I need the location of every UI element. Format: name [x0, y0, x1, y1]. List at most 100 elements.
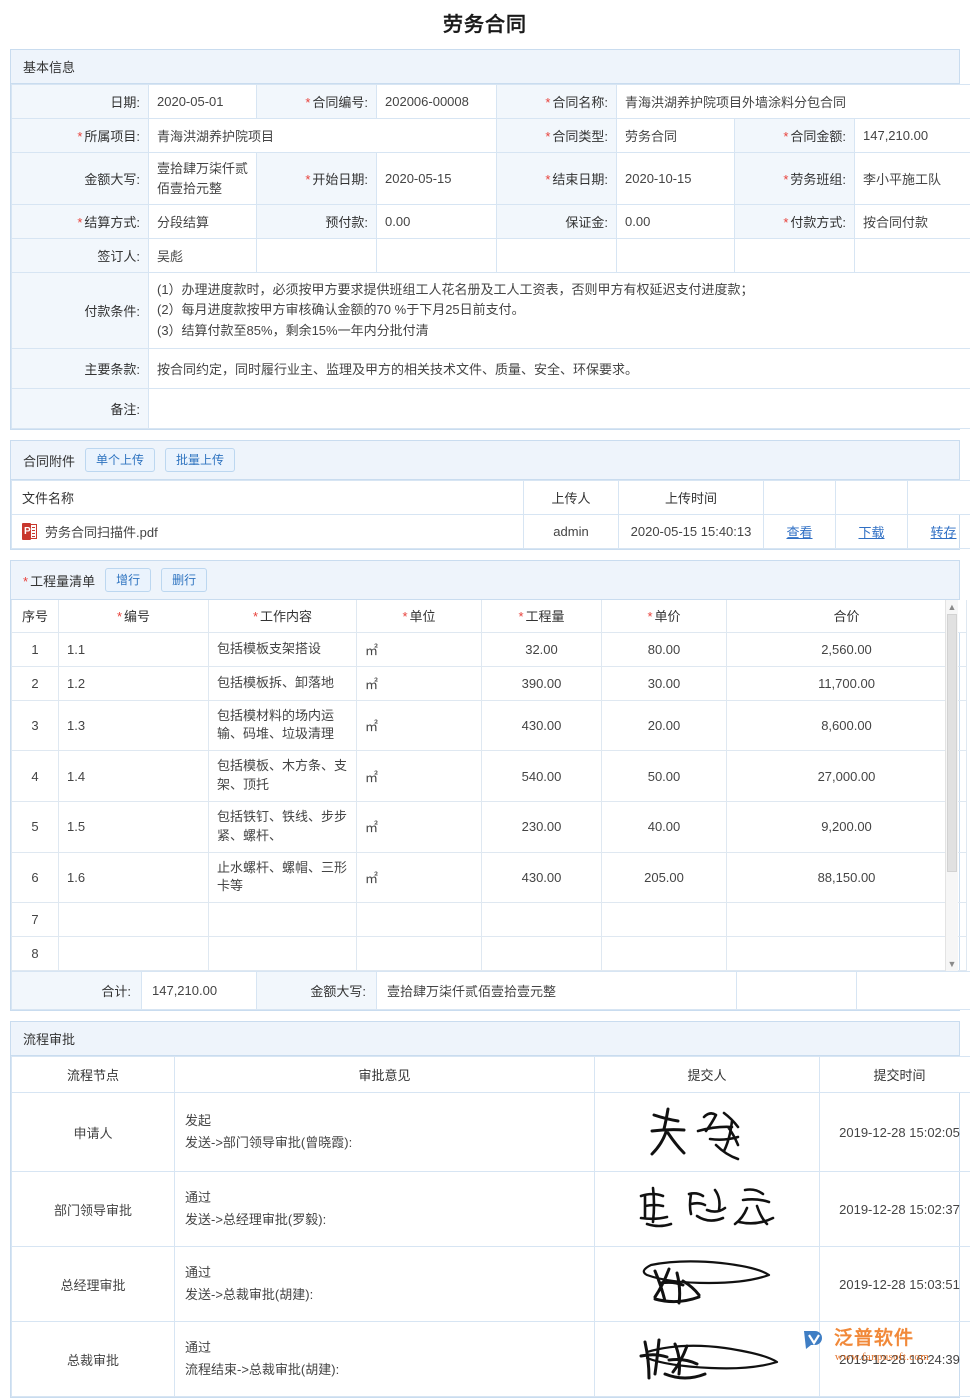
bill-work[interactable]	[209, 937, 357, 971]
add-row-button[interactable]: 增行	[105, 568, 151, 592]
settle-label-text: 结算方式:	[84, 215, 140, 230]
bill-unit[interactable]: ㎡	[357, 801, 482, 852]
required-star-icon: *	[647, 609, 652, 624]
table-row[interactable]: 1 1.1 包括模板支架搭设 ㎡ 32.00 80.00 2,560.00	[12, 632, 970, 666]
bill-unit[interactable]: ㎡	[357, 700, 482, 751]
bill-code[interactable]: 1.3	[59, 700, 209, 751]
bill-qty[interactable]	[482, 903, 602, 937]
date-value[interactable]: 2020-05-01	[149, 85, 257, 119]
bill-code[interactable]	[59, 937, 209, 971]
bill-unit[interactable]: ㎡	[357, 751, 482, 802]
bill-work[interactable]: 包括模板支架搭设	[209, 632, 357, 666]
bill-price[interactable]: 40.00	[602, 801, 727, 852]
bill-unit[interactable]	[357, 903, 482, 937]
view-link[interactable]: 查看	[786, 525, 812, 540]
batch-upload-button[interactable]: 批量上传	[165, 448, 235, 472]
bill-qty[interactable]: 430.00	[482, 852, 602, 903]
bill-work[interactable]: 止水螺杆、螺帽、三形卡等	[209, 852, 357, 903]
column-action-3	[908, 481, 970, 515]
table-row[interactable]: 4 1.4 包括模板、木方条、支架、顶托 ㎡ 540.00 50.00 27,0…	[12, 751, 970, 802]
scrollbar-gutter-cell	[967, 937, 970, 971]
save-as-link[interactable]: 转存	[930, 525, 956, 540]
bill-amount: 27,000.00	[727, 751, 967, 802]
required-star-icon: *	[783, 129, 788, 144]
bill-qty[interactable]: 540.00	[482, 751, 602, 802]
bill-price[interactable]: 80.00	[602, 632, 727, 666]
start-date-value[interactable]: 2020-05-15	[377, 153, 497, 205]
approval-signature-cell	[595, 1093, 820, 1172]
contract-name-value[interactable]: 青海洪湖养护院项目外墙涂料分包合同	[617, 85, 970, 119]
bill-unit[interactable]	[357, 937, 482, 971]
table-row[interactable]: 6 1.6 止水螺杆、螺帽、三形卡等 ㎡ 430.00 205.00 88,15…	[12, 852, 970, 903]
signer-label: 签订人:	[12, 239, 149, 273]
scrollbar-thumb[interactable]	[947, 614, 957, 872]
bill-code[interactable]: 1.2	[59, 666, 209, 700]
bill-code[interactable]	[59, 903, 209, 937]
bill-price[interactable]	[602, 903, 727, 937]
bill-seq: 5	[12, 801, 59, 852]
bill-code[interactable]: 1.4	[59, 751, 209, 802]
download-link[interactable]: 下载	[858, 525, 884, 540]
signer-value[interactable]: 吴彪	[149, 239, 257, 273]
required-star-icon: *	[253, 609, 258, 624]
settle-value[interactable]: 分段结算	[149, 205, 257, 239]
bill-seq: 3	[12, 700, 59, 751]
bill-unit[interactable]: ㎡	[357, 666, 482, 700]
pay-method-value[interactable]: 按合同付款	[855, 205, 970, 239]
amount-words-value[interactable]: 壹拾肆万柒仟贰佰壹拾元整	[149, 153, 257, 205]
contract-type-value[interactable]: 劳务合同	[617, 119, 735, 153]
bill-unit[interactable]: ㎡	[357, 852, 482, 903]
delete-row-button[interactable]: 删行	[161, 568, 207, 592]
bill-price[interactable]: 50.00	[602, 751, 727, 802]
scroll-down-arrow-icon[interactable]: ▼	[946, 957, 958, 971]
bill-price[interactable]: 20.00	[602, 700, 727, 751]
bill-code[interactable]: 1.5	[59, 801, 209, 852]
contract-amount-value[interactable]: 147,210.00	[855, 119, 970, 153]
column-action-1	[764, 481, 836, 515]
attachment-view-cell: 查看	[764, 515, 836, 549]
bill-work[interactable]: 包括模材料的场内运输、码堆、垃圾清理	[209, 700, 357, 751]
contract-no-value[interactable]: 202006-00008	[377, 85, 497, 119]
bill-qty[interactable]	[482, 937, 602, 971]
end-date-value[interactable]: 2020-10-15	[617, 153, 735, 205]
main-terms-value[interactable]: 按合同约定，同时履行业主、监理及甲方的相关技术文件、质量、安全、环保要求。	[149, 349, 970, 389]
bill-work[interactable]	[209, 903, 357, 937]
team-value[interactable]: 李小平施工队	[855, 153, 970, 205]
bill-vertical-scrollbar[interactable]: ▲ ▼	[945, 600, 958, 971]
empty-cell	[497, 239, 617, 273]
approval-panel: 流程审批 流程节点 审批意见 提交人 提交时间 申请人 发起 发送->部门领导审…	[10, 1021, 960, 1398]
bill-qty[interactable]: 230.00	[482, 801, 602, 852]
bill-qty[interactable]: 430.00	[482, 700, 602, 751]
deposit-value[interactable]: 0.00	[617, 205, 735, 239]
single-upload-button[interactable]: 单个上传	[85, 448, 155, 472]
table-row[interactable]: 8	[12, 937, 970, 971]
bill-qty[interactable]: 390.00	[482, 666, 602, 700]
pay-condition-value[interactable]: (1）办理进度款时，必须按甲方要求提供班组工人花名册及工人工资表，否则甲方有权延…	[149, 273, 970, 349]
approval-opinion: 通过 发送->总裁审批(胡建):	[175, 1247, 595, 1322]
bill-code[interactable]: 1.1	[59, 632, 209, 666]
attachment-saveas-cell: 转存	[908, 515, 970, 549]
table-row[interactable]: 7	[12, 903, 970, 937]
bill-price[interactable]: 30.00	[602, 666, 727, 700]
prepay-value[interactable]: 0.00	[377, 205, 497, 239]
table-row[interactable]: 2 1.2 包括模板拆、卸落地 ㎡ 390.00 30.00 11,700.00	[12, 666, 970, 700]
scroll-up-arrow-icon[interactable]: ▲	[946, 600, 958, 614]
bill-work[interactable]: 包括铁钉、铁线、步步紧、螺杆、	[209, 801, 357, 852]
bill-price[interactable]	[602, 937, 727, 971]
remark-value[interactable]	[149, 389, 970, 429]
bill-work[interactable]: 包括模板、木方条、支架、顶托	[209, 751, 357, 802]
table-row[interactable]: 3 1.3 包括模材料的场内运输、码堆、垃圾清理 ㎡ 430.00 20.00 …	[12, 700, 970, 751]
bill-price[interactable]: 205.00	[602, 852, 727, 903]
basic-info-title: 基本信息	[23, 57, 75, 76]
pay-condition-label-text: 付款条件:	[84, 304, 140, 319]
bill-unit[interactable]: ㎡	[357, 632, 482, 666]
project-value[interactable]: 青海洪湖养护院项目	[149, 119, 497, 153]
column-action-2	[836, 481, 908, 515]
bill-amount: 2,560.00	[727, 632, 967, 666]
bill-code[interactable]: 1.6	[59, 852, 209, 903]
table-row[interactable]: 5 1.5 包括铁钉、铁线、步步紧、螺杆、 ㎡ 230.00 40.00 9,2…	[12, 801, 970, 852]
bill-qty[interactable]: 32.00	[482, 632, 602, 666]
bill-amount: 8,600.00	[727, 700, 967, 751]
bill-work[interactable]: 包括模板拆、卸落地	[209, 666, 357, 700]
column-code: *编号	[59, 600, 209, 632]
